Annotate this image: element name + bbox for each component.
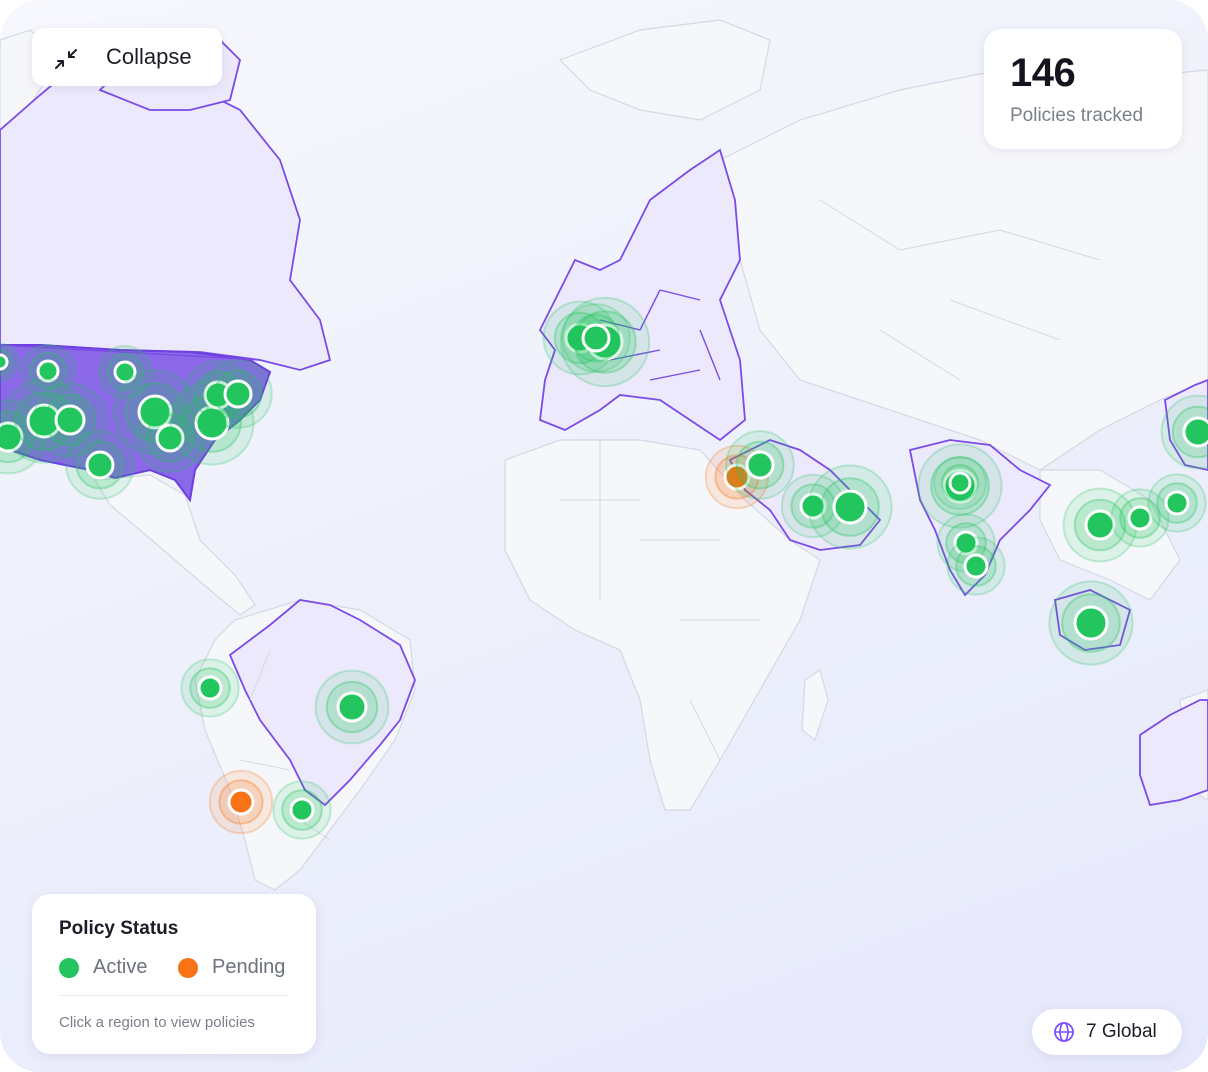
policy-marker-active[interactable] — [203, 359, 273, 429]
legend-item-active: Active — [59, 956, 147, 979]
policy-marker-active[interactable] — [933, 456, 987, 510]
policy-marker-active[interactable] — [1147, 473, 1207, 533]
policy-marker-active[interactable] — [314, 669, 390, 745]
region-australia[interactable] — [1139, 699, 1208, 807]
globe-icon — [1054, 1022, 1074, 1042]
policy-marker-active[interactable] — [180, 658, 240, 718]
collapse-arrows-icon[interactable] — [50, 44, 82, 76]
policy-marker-active[interactable] — [725, 430, 795, 500]
pending-dot-icon — [178, 957, 198, 978]
policy-marker-active[interactable] — [946, 536, 1006, 596]
policy-marker-active[interactable] — [272, 780, 332, 840]
policy-marker-active[interactable] — [561, 303, 631, 373]
policy-status-legend: Policy Status Active Pending Click a reg… — [32, 894, 316, 1054]
legend-divider — [59, 995, 289, 996]
region-europe[interactable] — [538, 148, 746, 442]
map-frame: Collapse 146 Policies tracked Policy Sta… — [0, 0, 1208, 1072]
policies-count: 146 — [1010, 51, 1076, 95]
policies-tracked-card: 146 Policies tracked — [984, 29, 1182, 149]
global-policies-button[interactable]: 7 Global — [1032, 1009, 1182, 1055]
region-madagascar[interactable] — [801, 669, 829, 741]
policy-marker-active[interactable] — [65, 430, 135, 500]
policies-tracked-label: Policies tracked — [1010, 105, 1144, 126]
legend-label-active: Active — [93, 956, 148, 978]
legend-title: Policy Status — [59, 918, 179, 939]
legend-hint: Click a region to view policies — [59, 1014, 255, 1031]
policy-marker-active[interactable] — [807, 464, 893, 550]
legend-item-pending: Pending — [178, 956, 285, 979]
legend-label-pending: Pending — [212, 956, 286, 978]
region-canada[interactable] — [0, 69, 332, 371]
region-greenland-north[interactable] — [558, 19, 771, 121]
collapse-label[interactable]: Collapse — [106, 44, 192, 70]
policy-marker-pending[interactable] — [208, 769, 274, 835]
global-label[interactable]: 7 Global — [1086, 1021, 1157, 1043]
active-dot-icon — [59, 957, 79, 978]
policy-marker-active[interactable] — [1048, 580, 1134, 666]
region-central-america[interactable] — [93, 474, 256, 616]
